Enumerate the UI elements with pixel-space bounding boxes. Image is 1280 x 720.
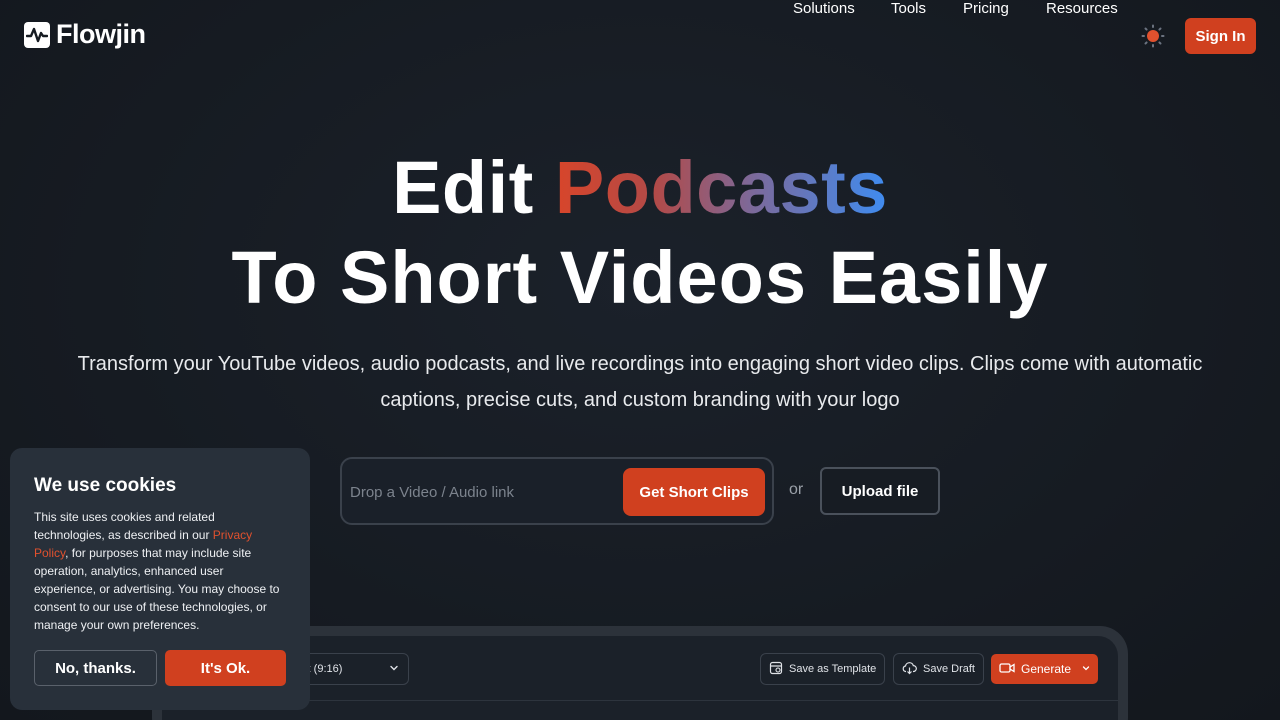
- hero-title-line2: To Short Videos Easily: [231, 236, 1049, 319]
- hero-title-plain: Edit: [392, 146, 534, 229]
- save-as-template-label: Save as Template: [789, 663, 877, 675]
- sign-in-button[interactable]: Sign In: [1185, 18, 1256, 54]
- nav-resources[interactable]: Resources: [1046, 0, 1118, 17]
- chevron-down-icon: [388, 662, 400, 677]
- get-short-clips-button[interactable]: Get Short Clips: [623, 468, 765, 516]
- sun-icon[interactable]: [1141, 24, 1165, 48]
- video-link-input[interactable]: [350, 477, 620, 507]
- hero-subtitle: Transform your YouTube videos, audio pod…: [77, 353, 1203, 411]
- save-draft-label: Save Draft: [923, 663, 975, 675]
- cookie-text-rest: , for purposes that may include site ope…: [34, 546, 280, 632]
- cloud-download-icon: [902, 661, 917, 678]
- cookie-banner: We use cookies This site uses cookies an…: [10, 448, 310, 710]
- save-as-template-button[interactable]: Save as Template: [760, 653, 886, 685]
- cookie-title: We use cookies: [34, 475, 177, 496]
- brand-name: Flowjin: [56, 19, 146, 49]
- save-draft-button[interactable]: Save Draft: [893, 653, 984, 685]
- hero-title-line1: Edit Podcasts: [0, 146, 1280, 230]
- brand-logo[interactable]: Flowjin: [24, 19, 146, 50]
- upload-file-button[interactable]: Upload file: [820, 467, 940, 515]
- link-form: Get Short Clips: [340, 457, 774, 525]
- decline-cookies-button[interactable]: No, thanks.: [34, 650, 157, 686]
- cookie-text-intro: This site uses cookies and related techn…: [34, 510, 215, 542]
- nav-tools[interactable]: Tools: [891, 0, 926, 17]
- video-camera-icon: [999, 662, 1015, 677]
- nav-solutions[interactable]: Solutions: [793, 0, 855, 17]
- generate-button[interactable]: Generate: [991, 654, 1098, 684]
- nav-pricing[interactable]: Pricing: [963, 0, 1009, 17]
- site-header: Flowjin Solutions Tools Pricing Resource…: [0, 0, 1280, 72]
- chevron-down-icon: [1081, 662, 1091, 676]
- cookie-text: This site uses cookies and related techn…: [34, 508, 284, 634]
- template-icon: [769, 661, 783, 678]
- hero-title-highlight: Podcasts: [554, 146, 888, 229]
- waveform-logo-icon: [24, 21, 50, 48]
- or-separator: or: [789, 481, 804, 498]
- accept-cookies-button[interactable]: It's Ok.: [165, 650, 286, 686]
- generate-label: Generate: [1021, 662, 1072, 676]
